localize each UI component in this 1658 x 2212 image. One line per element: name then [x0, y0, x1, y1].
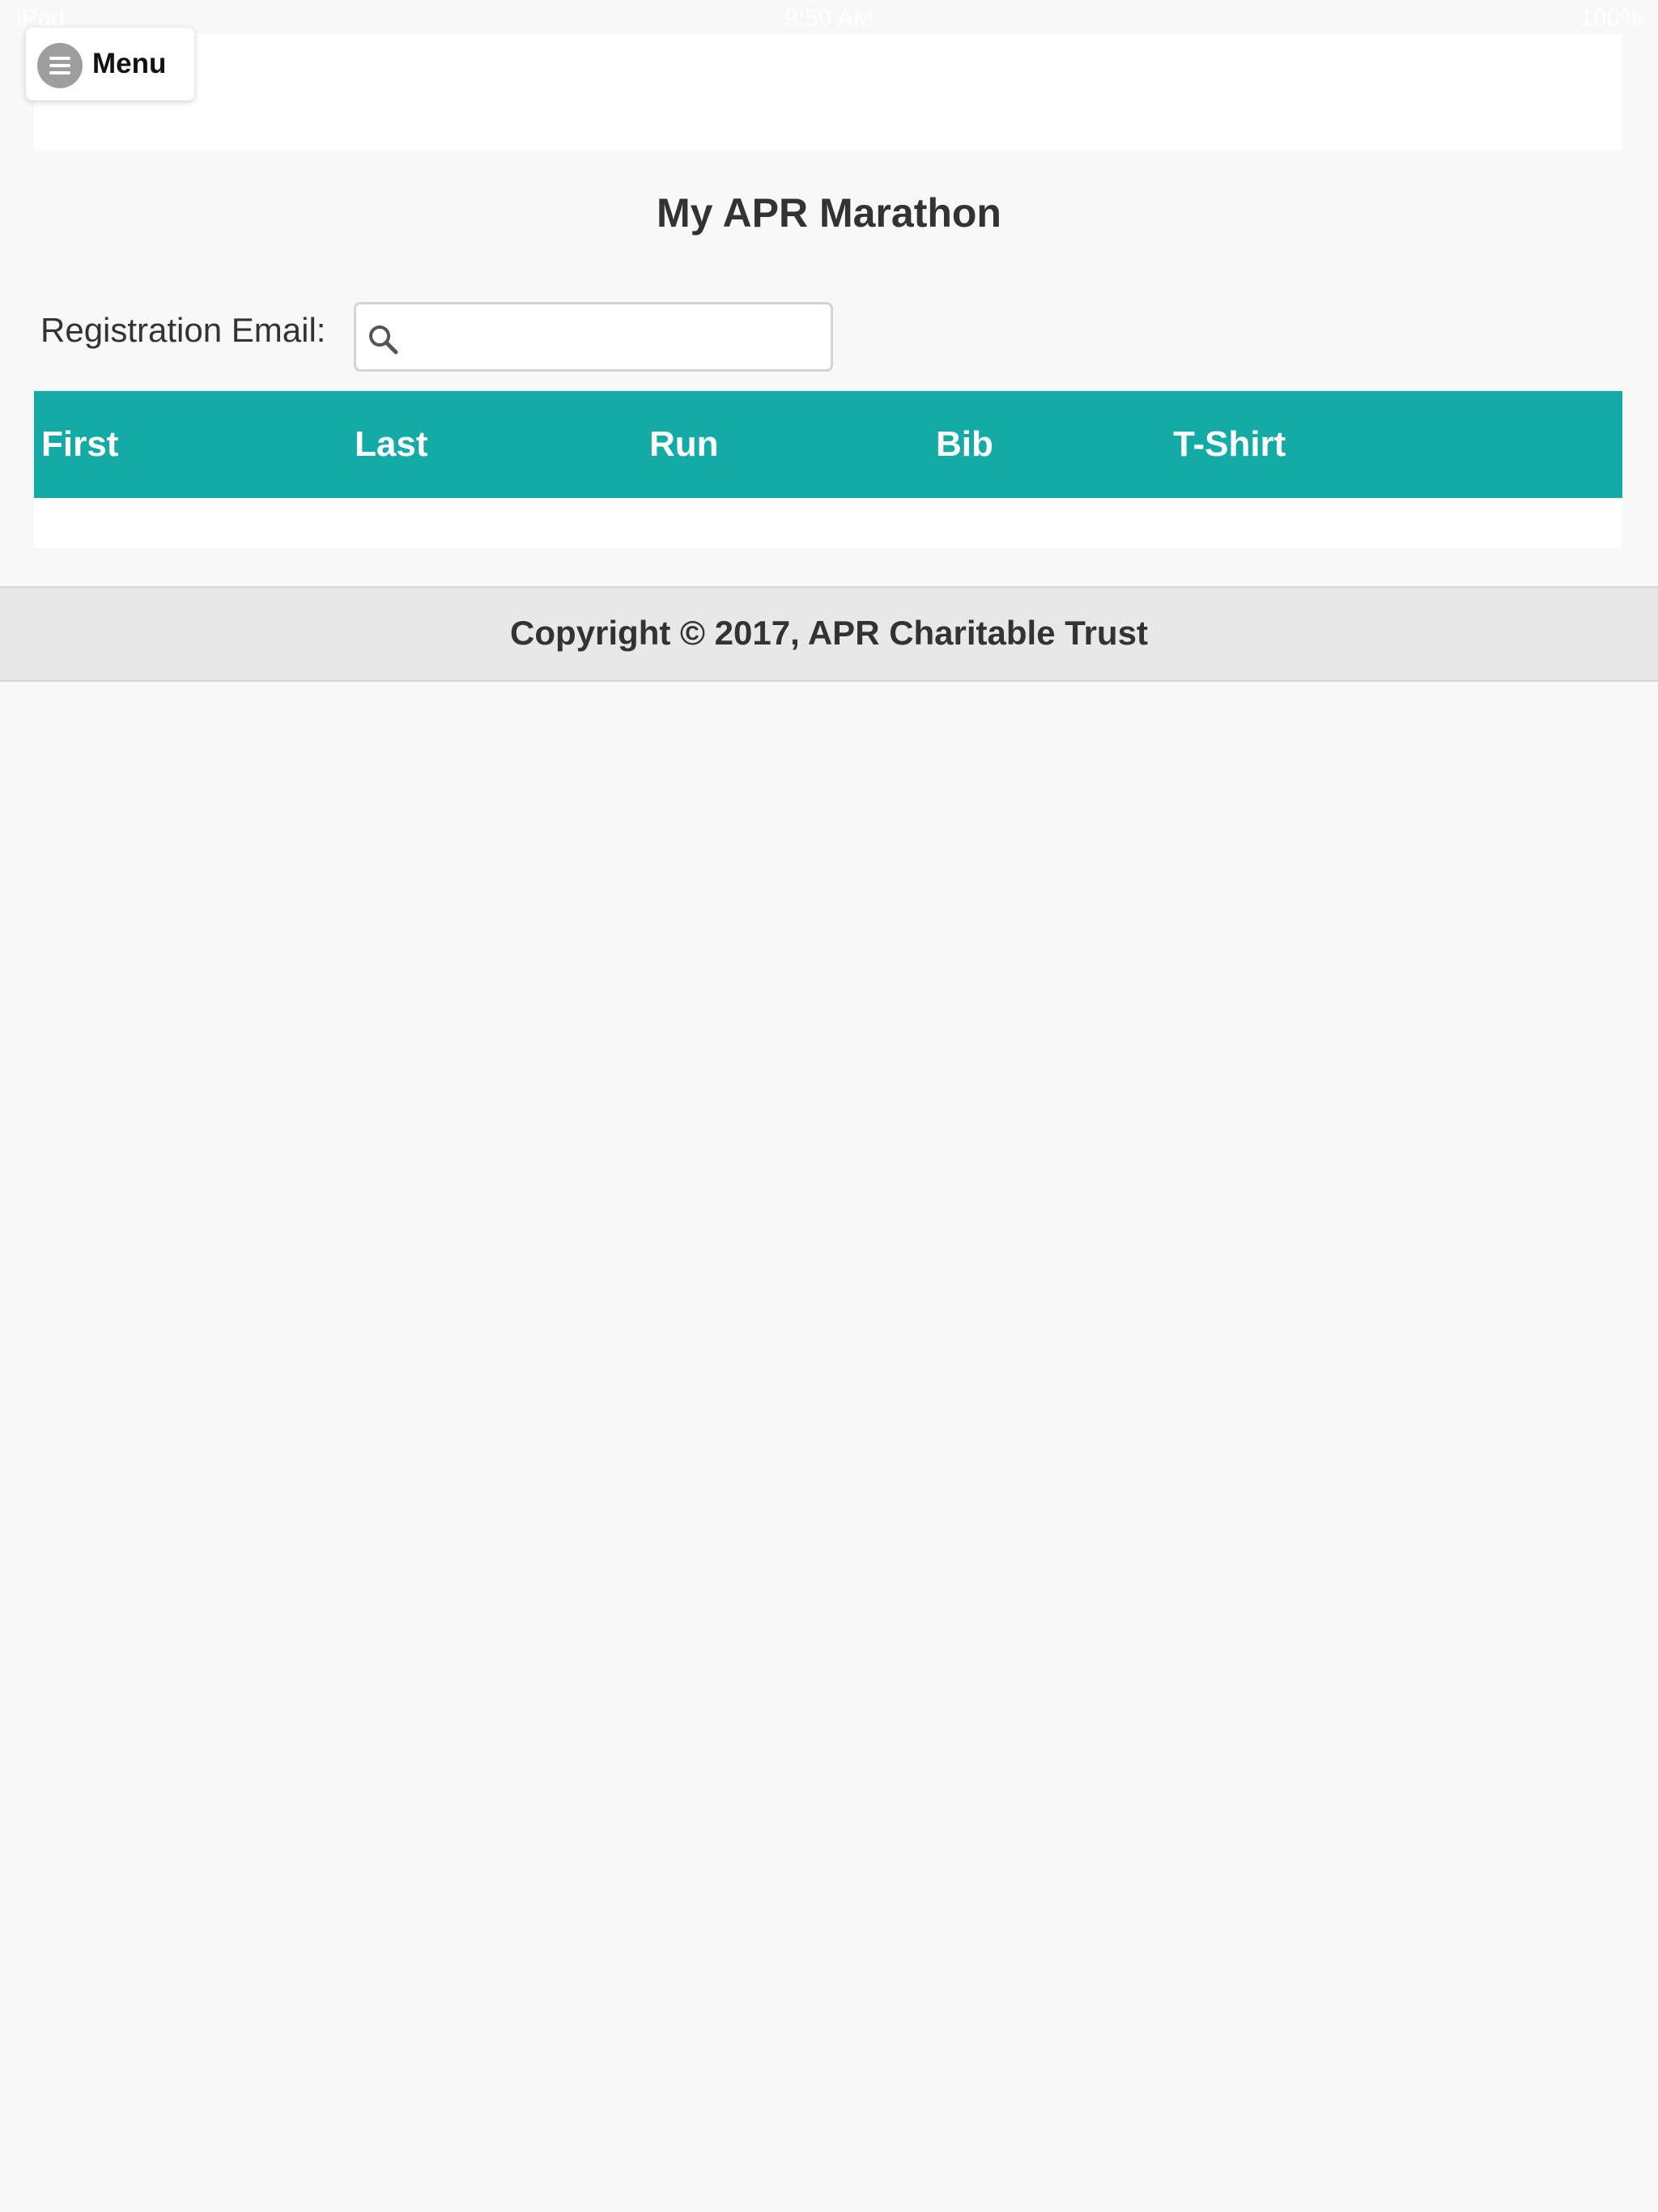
clock: 9:59 AM	[784, 5, 874, 32]
column-header-bib[interactable]: Bib	[936, 424, 993, 465]
battery-level: 100%	[1579, 5, 1642, 32]
header-band	[34, 34, 1622, 151]
menu-label: Menu	[92, 48, 167, 79]
registration-email-label: Registration Email:	[40, 311, 326, 349]
status-bar: iPad 9:59 AM 100%	[0, 0, 1658, 32]
column-header-tshirt[interactable]: T-Shirt	[1173, 424, 1286, 465]
registration-email-input[interactable]	[406, 311, 823, 364]
table-body	[34, 498, 1622, 548]
footer: Copyright © 2017, APR Charitable Trust	[0, 586, 1658, 682]
page-title: My APR Marathon	[657, 190, 1001, 236]
copyright-text: Copyright © 2017, APR Charitable Trust	[510, 614, 1148, 652]
menu-button[interactable]: Menu	[26, 28, 194, 100]
table-header: First Last Run Bib T-Shirt	[34, 391, 1622, 498]
column-header-first[interactable]: First	[41, 424, 118, 465]
hamburger-circle-icon	[37, 43, 83, 88]
column-header-run[interactable]: Run	[649, 424, 719, 465]
search-icon	[366, 322, 402, 358]
registration-email-search[interactable]	[354, 302, 833, 372]
column-header-last[interactable]: Last	[355, 424, 427, 465]
